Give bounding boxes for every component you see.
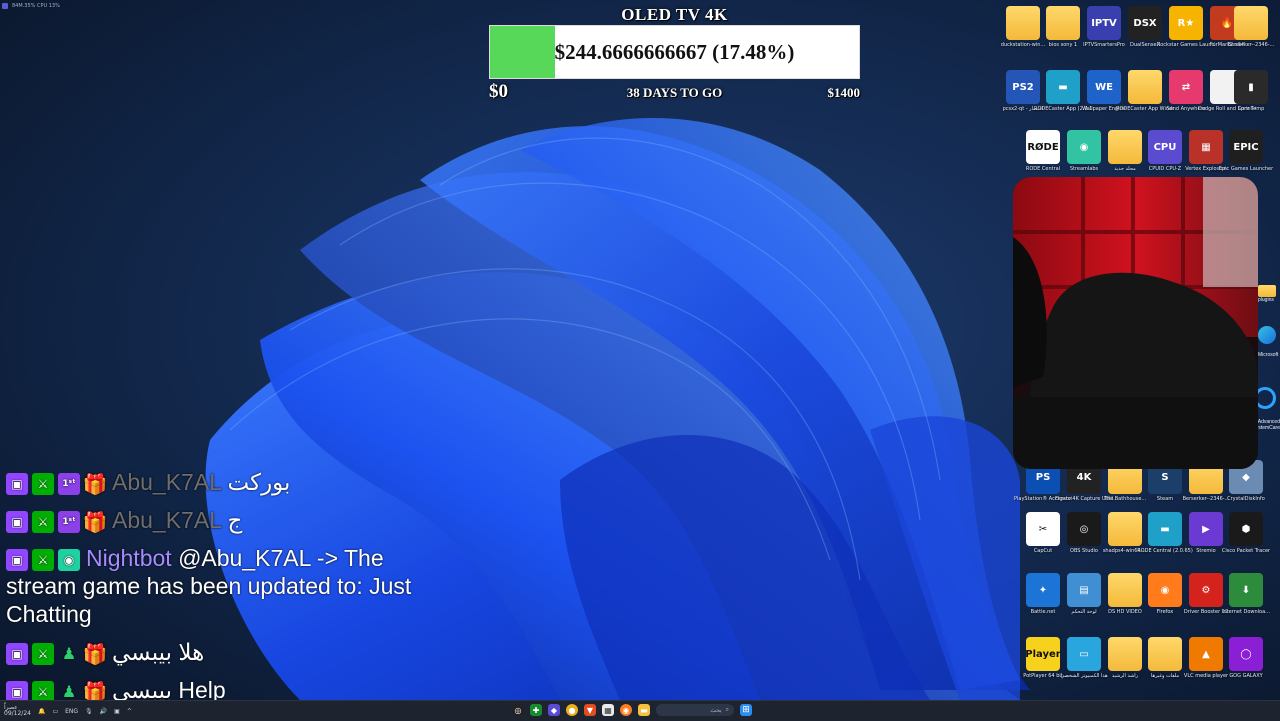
store-taskbar-icon[interactable]: ▦ bbox=[602, 704, 614, 716]
moderator-sword-icon: ⚔ bbox=[32, 548, 54, 571]
desktop-icon-label: Core Temp bbox=[1237, 106, 1265, 112]
first-sub-badge-icon: 1ˢᵗ bbox=[58, 510, 80, 533]
explorer-taskbar-icon[interactable]: ▬ bbox=[638, 704, 650, 716]
monitor-icon bbox=[2, 3, 8, 9]
lang-indicator[interactable]: ENG bbox=[65, 708, 78, 715]
desktop-icon[interactable]: ⬢ Cisco Packet Tracer bbox=[1217, 509, 1275, 567]
battery-icon[interactable]: ▭ bbox=[52, 708, 58, 715]
chrome-taskbar-icon[interactable]: ● bbox=[566, 704, 578, 716]
edge-icon bbox=[1258, 326, 1276, 344]
desktop-icon-label: Internet Downloa... bbox=[1222, 609, 1270, 615]
desktop-icon-label: Berserker--2346-... bbox=[1227, 42, 1275, 48]
obs-taskbar-icon[interactable]: ◎ bbox=[512, 704, 524, 716]
twitch-badge-icon: ▣ bbox=[6, 642, 28, 665]
system-tray: عصراً 09/12/24 🔔 ▭ ENG 🎙 🔊 ▣ ^ bbox=[4, 705, 132, 717]
firefox-taskbar-icon[interactable]: ◉ bbox=[620, 704, 632, 716]
chat-text: هلا بيبسي bbox=[112, 639, 205, 665]
desktop-icon[interactable]: ◯ GOG GALAXY bbox=[1217, 634, 1275, 692]
microphone-icon[interactable]: 🎙 bbox=[85, 708, 93, 715]
taskbar-apps: ◎ ✚ ◆ ● ▼ ▦ ◉ ▬ بحث ⌕ ⊞ bbox=[512, 704, 752, 716]
taskbar-search[interactable]: بحث ⌕ bbox=[656, 704, 734, 716]
clock-line2: 09/12/24 bbox=[4, 710, 31, 717]
moderator-sword-icon: ⚔ bbox=[32, 642, 54, 665]
folder-icon bbox=[1234, 6, 1268, 40]
stream-chat: ▣ ⚔ 1ˢᵗ 🎁 Abu_K7AL بوركت ▣ ⚔ 1ˢᵗ 🎁 Abu_K7AL ج ▣ ⚔ ◉ N… bbox=[6, 468, 426, 714]
webcam-feed bbox=[1013, 177, 1258, 469]
start-windows-icon[interactable]: ⊞ bbox=[740, 704, 752, 716]
twitch-badge-icon: ▣ bbox=[6, 510, 28, 533]
webcam-overlay bbox=[1013, 177, 1258, 469]
partial-icon-plugins[interactable]: plugins bbox=[1258, 285, 1280, 305]
chat-badges: ▣ ⚔ 1ˢᵗ 🎁 bbox=[6, 471, 108, 496]
chat-text: بوركت bbox=[227, 469, 291, 495]
search-icon: ⌕ bbox=[725, 706, 729, 713]
search-placeholder: بحث bbox=[710, 707, 722, 714]
chat-message: ▣ ⚔ ♟ 🎁 هلا بيبسي bbox=[6, 638, 426, 666]
clock[interactable]: عصراً 09/12/24 bbox=[4, 705, 31, 717]
gift-badge-icon: 🎁 bbox=[82, 471, 108, 496]
desktop-icon-label: Epic Games Launcher bbox=[1218, 166, 1274, 172]
gift-badge-icon: 🎁 bbox=[82, 641, 108, 666]
first-sub-badge-icon: 1ˢᵗ bbox=[58, 472, 80, 495]
desktop: 84M.35% CPU 13% OLED TV 4K $244.66666666… bbox=[0, 0, 1280, 721]
twitch-badge-icon: ▣ bbox=[6, 548, 28, 571]
chat-username[interactable]: Abu_K7AL bbox=[112, 469, 221, 495]
network-icon[interactable]: ▣ bbox=[114, 708, 120, 715]
app-icon: EPIC bbox=[1229, 130, 1263, 164]
chess-badge-icon: ♟ bbox=[61, 643, 77, 663]
chat-message: ▣ ⚔ 1ˢᵗ 🎁 Abu_K7AL ج bbox=[6, 506, 426, 534]
chat-username[interactable]: Abu_K7AL bbox=[112, 507, 221, 533]
notification-icon[interactable]: 🔔 bbox=[38, 708, 45, 715]
chat-text: ج bbox=[227, 507, 243, 533]
moderator-sword-icon: ⚔ bbox=[32, 510, 54, 533]
app-icon: ⬇ bbox=[1229, 573, 1263, 607]
desktop-icon-label: Cisco Packet Tracer bbox=[1221, 548, 1271, 554]
gift-badge-icon: 🎁 bbox=[82, 509, 108, 534]
chat-badges: ▣ ⚔ ♟ 🎁 bbox=[6, 641, 108, 666]
desktop-icon[interactable]: ▮ Core Temp bbox=[1222, 67, 1280, 125]
volume-icon[interactable]: 🔊 bbox=[100, 708, 107, 715]
bot-badge-icon: ◉ bbox=[58, 548, 80, 571]
taskbar: عصراً 09/12/24 🔔 ▭ ENG 🎙 🔊 ▣ ^ ◎ ✚ ◆ ● ▼… bbox=[0, 700, 1280, 721]
app-icon: ⬢ bbox=[1229, 512, 1263, 546]
app-icon: ◯ bbox=[1229, 637, 1263, 671]
xbox-taskbar-icon[interactable]: ✚ bbox=[530, 704, 542, 716]
brave-taskbar-icon[interactable]: ▼ bbox=[584, 704, 596, 716]
donation-goal-widget: OLED TV 4K $244.6666666667 (17.48%) $0 3… bbox=[489, 3, 860, 103]
app-icon: ▮ bbox=[1234, 70, 1268, 104]
chat-badges: ▣ ⚔ ◉ bbox=[6, 548, 80, 571]
moderator-sword-icon: ⚔ bbox=[32, 472, 54, 495]
partial-icon-label: Microsoft Edge bbox=[1258, 352, 1280, 358]
goal-amount: $244.6666666667 (17.48%) bbox=[554, 39, 795, 64]
chat-badges: ▣ ⚔ 1ˢᵗ 🎁 bbox=[6, 509, 108, 534]
performance-overlay: 84M.35% CPU 13% bbox=[2, 2, 60, 10]
goal-progress-bar: $244.6666666667 (17.48%) bbox=[489, 25, 860, 79]
goal-days-left: 38 DAYS TO GO bbox=[626, 85, 723, 100]
partial-icon-edge[interactable]: Microsoft Edge bbox=[1258, 322, 1280, 364]
chat-message: ▣ ⚔ ◉ Nightbot @Abu_K7AL -> The stream game… bbox=[6, 544, 426, 628]
goal-end: $1400 bbox=[827, 85, 861, 100]
desktop-icon[interactable]: ⬇ Internet Downloa... bbox=[1217, 570, 1275, 628]
performance-text: 84M.35% CPU 13% bbox=[12, 3, 60, 9]
chat-message: ▣ ⚔ 1ˢᵗ 🎁 Abu_K7AL بوركت bbox=[6, 468, 426, 496]
partial-icon-label: plugins bbox=[1258, 297, 1274, 303]
desktop-icon-label: GOG GALAXY bbox=[1229, 673, 1263, 679]
goal-title: OLED TV 4K bbox=[621, 5, 728, 24]
dev-taskbar-icon[interactable]: ◆ bbox=[548, 704, 560, 716]
desktop-icon-label: CrystalDiskInfo bbox=[1227, 496, 1265, 502]
desktop-icon[interactable]: Berserker--2346-... bbox=[1222, 3, 1280, 61]
tray-overflow-chevron-icon[interactable]: ^ bbox=[127, 708, 132, 715]
chat-username[interactable]: Nightbot bbox=[86, 545, 172, 571]
twitch-badge-icon: ▣ bbox=[6, 472, 28, 495]
